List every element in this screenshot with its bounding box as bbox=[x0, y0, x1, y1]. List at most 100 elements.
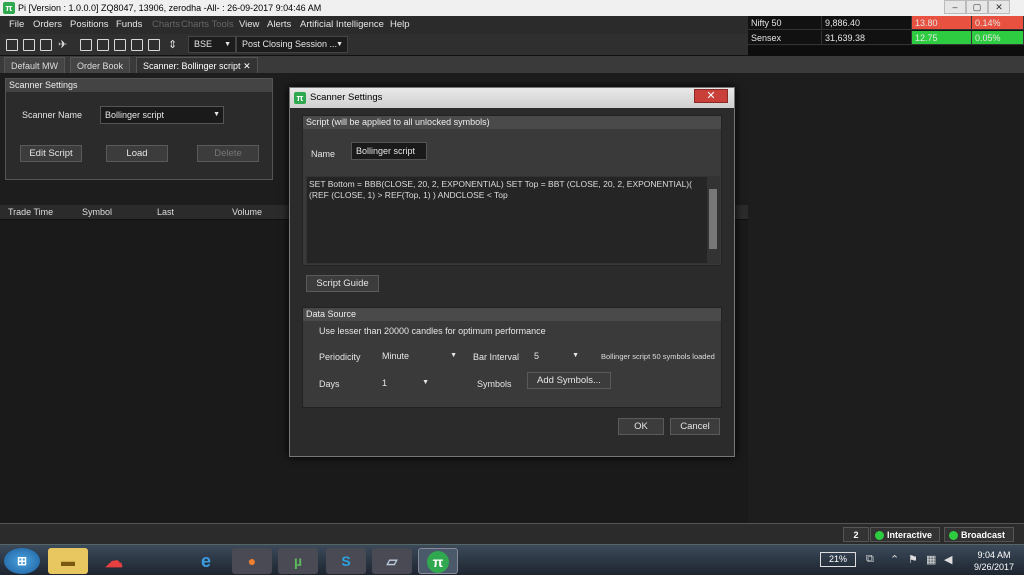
book-icon[interactable] bbox=[80, 39, 92, 51]
chevron-down-icon: ▼ bbox=[213, 111, 220, 118]
menu-charts-tools[interactable]: Charts Tools bbox=[181, 16, 234, 34]
index-name[interactable]: Nifty 50 bbox=[748, 16, 822, 30]
delete-button[interactable]: Delete bbox=[197, 145, 259, 162]
flag-icon[interactable]: ⚑ bbox=[908, 553, 918, 566]
status-dot-icon bbox=[949, 531, 958, 541]
broadcast-label: Broadcast bbox=[961, 530, 1006, 540]
folder-icon[interactable]: ▬ bbox=[48, 548, 88, 574]
tab-order-book[interactable]: Order Book bbox=[70, 57, 131, 73]
scanner-name-label: Scanner Name bbox=[22, 110, 83, 120]
broadcast-status: Broadcast bbox=[944, 527, 1014, 542]
col-last[interactable]: Last bbox=[157, 205, 174, 220]
tab-scanner-label: Scanner: Bollinger script bbox=[143, 61, 241, 71]
chevron-down-icon: ▼ bbox=[572, 352, 579, 359]
bar-interval-select[interactable]: 5 ▼ bbox=[529, 347, 583, 365]
tab-scanner[interactable]: Scanner: Bollinger script ✕ bbox=[136, 57, 258, 73]
cancel-button[interactable]: Cancel bbox=[670, 418, 720, 435]
briefcase-icon[interactable] bbox=[114, 39, 126, 51]
scanner-settings-dialog: π Scanner Settings ✕ Script (will be app… bbox=[289, 87, 735, 457]
menu-artificial-intelligence[interactable]: Artificial Intelligence bbox=[300, 16, 384, 34]
session-value: Post Closing Session ... bbox=[242, 39, 338, 49]
menu-help[interactable]: Help bbox=[390, 16, 410, 34]
interactive-status: Interactive bbox=[870, 527, 940, 542]
window-title: Pi [Version : 1.0.0.0] ZQ8047, 13906, ze… bbox=[18, 3, 322, 13]
panel-header: Scanner Settings bbox=[6, 79, 272, 92]
firefox-icon[interactable]: ● bbox=[232, 548, 272, 574]
expand-icon[interactable]: ⇕ bbox=[168, 39, 180, 51]
exchange-select[interactable]: BSE ▼ bbox=[188, 36, 236, 53]
session-select[interactable]: Post Closing Session ... ▼ bbox=[236, 36, 348, 53]
network-icon[interactable]: ▦ bbox=[926, 553, 936, 566]
chevron-down-icon: ▼ bbox=[224, 41, 231, 48]
close-icon[interactable]: ✕ bbox=[243, 61, 251, 71]
clock-time: 9:04 AM bbox=[977, 550, 1011, 560]
menu-positions[interactable]: Positions bbox=[70, 16, 109, 34]
menu-view[interactable]: View bbox=[239, 16, 259, 34]
script-name-input[interactable]: Bollinger script bbox=[351, 142, 427, 160]
browser-ie-icon[interactable]: e bbox=[186, 548, 226, 574]
script-scrollbar[interactable] bbox=[707, 177, 719, 263]
scanner-settings-panel: Scanner Settings Scanner Name Bollinger … bbox=[5, 78, 273, 180]
skype-icon[interactable]: S bbox=[326, 548, 366, 574]
index-value: 9,886.40 bbox=[822, 16, 912, 30]
system-clock[interactable]: 9:04 AM 9/26/2017 bbox=[974, 549, 1014, 573]
index-change: 13.80 bbox=[912, 16, 972, 30]
col-symbol[interactable]: Symbol bbox=[82, 205, 112, 220]
chart-icon[interactable] bbox=[40, 39, 52, 51]
close-icon[interactable]: ✕ bbox=[694, 89, 728, 103]
add-symbols-button[interactable]: Add Symbols... bbox=[527, 372, 611, 389]
status-dot-icon bbox=[875, 531, 884, 541]
volume-icon[interactable]: ◀ bbox=[944, 553, 952, 566]
script-guide-button[interactable]: Script Guide bbox=[306, 275, 379, 292]
chevron-up-icon[interactable]: ⌃ bbox=[890, 553, 899, 566]
data-source-section: Data Source Use lesser than 20000 candle… bbox=[302, 307, 722, 408]
index-change: 12.75 bbox=[912, 31, 972, 45]
script-textarea[interactable]: SET Bottom = BBB(CLOSE, 20, 2, EXPONENTI… bbox=[306, 176, 720, 264]
utorrent-icon[interactable]: µ bbox=[278, 548, 318, 574]
scanner-name-select[interactable]: Bollinger script ▼ bbox=[100, 106, 224, 124]
chevron-down-icon: ▼ bbox=[336, 41, 343, 48]
dialog-title-bar: π Scanner Settings ✕ bbox=[290, 88, 734, 108]
list-icon[interactable] bbox=[97, 39, 109, 51]
rocket-icon[interactable]: ✈ bbox=[58, 39, 70, 51]
interactive-label: Interactive bbox=[887, 530, 933, 540]
menu-file[interactable]: File bbox=[9, 16, 24, 34]
maximize-icon[interactable]: ▢ bbox=[966, 0, 988, 14]
ok-button[interactable]: OK bbox=[618, 418, 664, 435]
exchange-value: BSE bbox=[194, 39, 213, 49]
minimize-icon[interactable]: – bbox=[944, 0, 966, 14]
periodicity-select[interactable]: Minute ▼ bbox=[377, 347, 461, 365]
battery-indicator[interactable]: 21% bbox=[820, 552, 856, 567]
save-icon[interactable] bbox=[23, 39, 35, 51]
index-name[interactable]: Sensex bbox=[748, 31, 822, 45]
bar-interval-label: Bar Interval bbox=[473, 352, 520, 362]
menu-orders[interactable]: Orders bbox=[33, 16, 62, 34]
script-section-header: Script (will be applied to all unlocked … bbox=[303, 116, 721, 129]
bag-icon[interactable] bbox=[148, 39, 160, 51]
tray-icon[interactable]: ⧉ bbox=[866, 553, 874, 566]
days-select[interactable]: 1 ▼ bbox=[377, 374, 433, 392]
document-icon[interactable] bbox=[131, 39, 143, 51]
name-label: Name bbox=[311, 149, 336, 159]
index-value: 31,639.38 bbox=[822, 31, 912, 45]
menu-alerts[interactable]: Alerts bbox=[267, 16, 291, 34]
edit-script-button[interactable]: Edit Script bbox=[20, 145, 82, 162]
script-text: SET Bottom = BBB(CLOSE, 20, 2, EXPONENTI… bbox=[309, 179, 692, 200]
app-logo-icon: π bbox=[3, 2, 15, 14]
load-button[interactable]: Load bbox=[106, 145, 168, 162]
notebook-icon[interactable]: ▱ bbox=[372, 548, 412, 574]
start-icon[interactable]: ⊞ bbox=[4, 548, 40, 574]
cloud-icon[interactable]: ☁ bbox=[94, 548, 134, 574]
pi-app-icon[interactable]: π bbox=[418, 548, 458, 574]
menu-charts[interactable]: Charts bbox=[152, 16, 180, 34]
tab-default-mw[interactable]: Default MW bbox=[4, 57, 66, 73]
app-logo-icon: π bbox=[294, 92, 306, 104]
chevron-down-icon: ▼ bbox=[422, 379, 429, 386]
menu-funds[interactable]: Funds bbox=[116, 16, 142, 34]
windows-taskbar: ⊞ ▬ ☁ e ● µ S ▱ π 21% ⧉ ⌃ ⚑ ▦ ◀ 9:04 AM … bbox=[0, 544, 1024, 575]
new-icon[interactable] bbox=[6, 39, 18, 51]
col-trade-time[interactable]: Trade Time bbox=[8, 205, 53, 220]
scrollbar-thumb[interactable] bbox=[709, 189, 717, 249]
close-icon[interactable]: ✕ bbox=[988, 0, 1010, 14]
col-volume[interactable]: Volume bbox=[232, 205, 262, 220]
